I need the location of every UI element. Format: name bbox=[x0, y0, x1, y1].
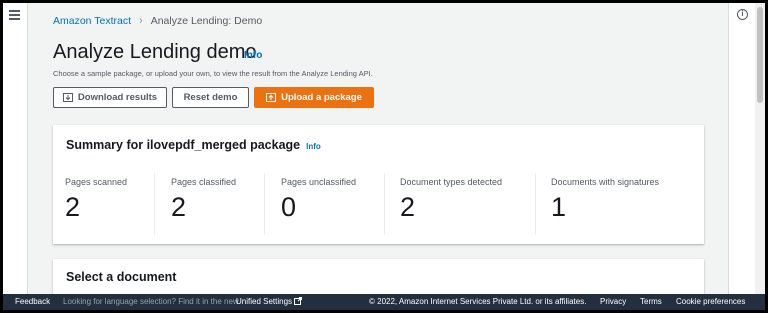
select-document-title: Select a document bbox=[66, 270, 177, 284]
metric-label: Documents with signatures bbox=[551, 177, 660, 187]
breadcrumb-current: Analyze Lending: Demo bbox=[150, 15, 263, 27]
cookie-preferences-link[interactable]: Cookie preferences bbox=[676, 297, 745, 306]
metric-label: Pages scanned bbox=[65, 177, 128, 187]
metric-value: 0 bbox=[281, 192, 297, 222]
metric-divider bbox=[384, 173, 385, 235]
privacy-link[interactable]: Privacy bbox=[600, 297, 626, 306]
title-info-link[interactable]: Info bbox=[244, 50, 262, 61]
unified-settings-label: Unified Settings bbox=[236, 297, 293, 306]
metric-divider bbox=[154, 173, 155, 235]
page-title: Analyze Lending demo bbox=[53, 41, 257, 63]
summary-info-link[interactable]: Info bbox=[306, 142, 321, 151]
scrollbar-thumb[interactable] bbox=[757, 7, 763, 103]
terms-link[interactable]: Terms bbox=[640, 297, 662, 306]
summary-card-header: Summary for ilovepdf_merged package Info bbox=[66, 138, 321, 152]
breadcrumb-root-link[interactable]: Amazon Textract bbox=[53, 15, 131, 27]
breadcrumb: Amazon Textract › Analyze Lending: Demo bbox=[53, 15, 262, 27]
external-link-icon bbox=[294, 297, 303, 305]
metric-value: 2 bbox=[171, 192, 187, 222]
metric-pages-scanned: Pages scanned 2 bbox=[65, 177, 127, 223]
hamburger-icon[interactable] bbox=[9, 10, 20, 20]
app-frame: Amazon Textract › Analyze Lending: Demo … bbox=[3, 3, 765, 310]
metric-label: Pages classified bbox=[171, 177, 237, 187]
upload-package-button[interactable]: Upload a package bbox=[254, 87, 374, 108]
metric-label: Document types detected bbox=[400, 177, 503, 187]
metric-value: 2 bbox=[400, 192, 416, 222]
metric-document-types: Document types detected 2 bbox=[400, 177, 502, 223]
copyright-text: © 2022, Amazon Internet Services Private… bbox=[369, 297, 587, 306]
select-document-card: Select a document bbox=[53, 259, 704, 299]
metric-value: 2 bbox=[65, 192, 81, 222]
feedback-link[interactable]: Feedback bbox=[15, 297, 50, 306]
summary-card: Summary for ilovepdf_merged package Info … bbox=[53, 125, 704, 244]
page-description: Choose a sample package, or upload your … bbox=[53, 69, 373, 78]
info-circle-icon[interactable]: i bbox=[737, 9, 748, 20]
metric-documents-with-signatures: Documents with signatures 1 bbox=[551, 177, 659, 223]
chevron-right-icon: › bbox=[139, 15, 143, 27]
metric-divider bbox=[535, 173, 536, 235]
metric-pages-unclassified: Pages unclassified 0 bbox=[281, 177, 356, 223]
upload-icon bbox=[266, 93, 277, 102]
reset-demo-button[interactable]: Reset demo bbox=[172, 87, 249, 108]
download-icon bbox=[62, 93, 73, 102]
scrollbar[interactable] bbox=[755, 3, 765, 294]
download-results-label: Download results bbox=[77, 92, 158, 103]
nav-rail bbox=[3, 3, 28, 294]
summary-title: Summary for ilovepdf_merged package bbox=[66, 138, 301, 152]
unified-settings-link[interactable]: Unified Settings bbox=[236, 297, 303, 306]
metric-divider bbox=[264, 173, 265, 235]
footer: Feedback Looking for language selection?… bbox=[3, 294, 765, 310]
language-prompt: Looking for language selection? Find it … bbox=[63, 297, 239, 306]
reset-demo-label: Reset demo bbox=[183, 92, 238, 103]
metric-pages-classified: Pages classified 2 bbox=[171, 177, 236, 223]
metric-label: Pages unclassified bbox=[281, 177, 357, 187]
download-results-button[interactable]: Download results bbox=[53, 87, 167, 108]
help-panel-rail: i bbox=[728, 3, 755, 294]
upload-package-label: Upload a package bbox=[281, 92, 362, 103]
metric-value: 1 bbox=[551, 192, 567, 222]
